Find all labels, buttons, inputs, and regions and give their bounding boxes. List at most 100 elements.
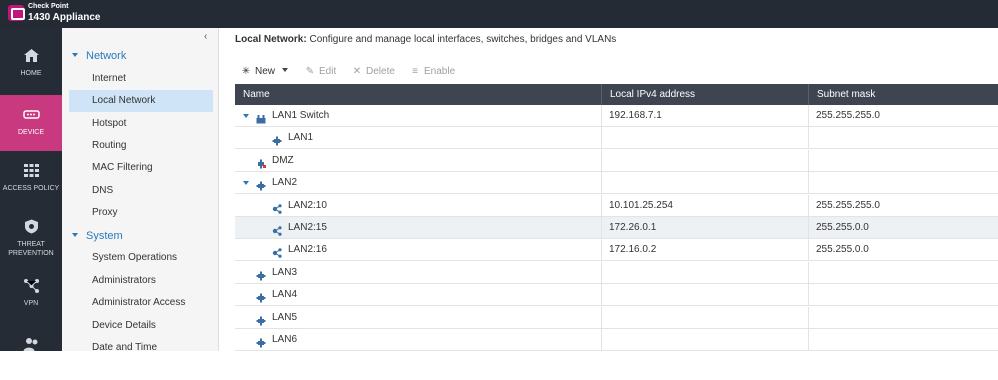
table-row[interactable]: LAN6 — [235, 329, 998, 351]
nav-item-administrator-access[interactable]: Administrator Access — [69, 292, 213, 314]
rail-label-threat-prevention: THREAT PREVENTION — [8, 241, 54, 257]
enable-button[interactable]: ≡ Enable — [410, 65, 455, 79]
cell-ipv4 — [602, 306, 809, 329]
cell-name: LAN2:16 — [235, 239, 602, 262]
cell-subnet: 255.255.0.0 — [816, 244, 869, 256]
shield-icon — [25, 219, 38, 234]
rail-label-home: HOME — [20, 70, 42, 77]
expand-caret-icon[interactable] — [243, 181, 249, 186]
nav-item-local-network[interactable]: Local Network — [69, 90, 213, 112]
interface-name: LAN2:16 — [288, 244, 327, 256]
enable-label: Enable — [424, 66, 456, 77]
table-row[interactable]: LAN1 — [235, 127, 998, 150]
cell-subnet — [809, 127, 998, 149]
rail-item-vpn[interactable]: VPN — [0, 266, 62, 322]
column-header-ipv4[interactable]: Local IPv4 address — [602, 84, 809, 105]
expand-caret-icon[interactable] — [243, 114, 249, 118]
device-icon — [23, 110, 40, 119]
cell-name: LAN1 — [235, 127, 602, 150]
table-row[interactable]: LAN1 Switch 192.168.7.1 255.255.255.0 — [235, 105, 998, 127]
top-header: Check Point 1430 Appliance — [0, 0, 998, 28]
section-system-label: System — [86, 230, 123, 242]
cell-ipv4: 172.26.0.1 — [602, 217, 809, 239]
nav-item-hotspot[interactable]: Hotspot — [69, 113, 213, 135]
dropdown-arrow-icon — [282, 68, 289, 72]
nav-item-internet[interactable]: Internet — [69, 68, 213, 90]
rail-item-home[interactable]: HOME — [0, 36, 62, 92]
table-row[interactable]: DMZ — [235, 149, 998, 172]
section-network[interactable]: Network — [72, 50, 126, 62]
table-row[interactable]: LAN5 — [235, 306, 998, 329]
table-row[interactable]: LAN2:15 172.26.0.1 255.255.0.0 — [235, 217, 998, 239]
rail-item-users[interactable] — [0, 324, 62, 380]
vlan-icon — [272, 201, 282, 214]
interface-name: LAN2:15 — [288, 222, 327, 233]
rail-item-threat-prevention[interactable]: THREAT PREVENTION — [0, 207, 62, 263]
nav-item-dns[interactable]: DNS — [69, 180, 213, 202]
switch-icon — [256, 111, 266, 124]
list-icon: ≡ — [412, 66, 418, 77]
table-row[interactable]: LAN2 — [235, 172, 998, 195]
cell-name: LAN2:10 — [235, 194, 602, 217]
edit-label: Edit — [319, 66, 337, 77]
nav-item-date-and-time[interactable]: Date and Time — [69, 337, 213, 359]
port-icon — [256, 335, 266, 348]
caret-down-icon — [72, 233, 78, 237]
main-content: Local Network: Configure and manage loca… — [219, 28, 998, 351]
section-network-label: Network — [86, 50, 127, 62]
page-title: Local Network: — [235, 34, 307, 45]
cell-name: LAN5 — [235, 306, 602, 329]
cell-ipv4 — [602, 261, 809, 284]
port-icon — [256, 290, 266, 303]
brand-company: Check Point — [28, 3, 69, 10]
cell-ipv4 — [602, 149, 809, 172]
interface-name: LAN2 — [272, 177, 298, 189]
table-row[interactable]: LAN2:16 172.16.0.2 255.255.0.0 — [235, 239, 998, 262]
rail-item-access-policy[interactable]: ACCESS POLICY — [0, 151, 62, 207]
rail-item-device[interactable]: DEVICE — [0, 95, 62, 151]
cell-subnet — [809, 284, 998, 306]
nav-item-system-operations[interactable]: System Operations — [69, 247, 213, 269]
cell-name: DMZ — [235, 149, 602, 172]
nav-item-mac-filtering[interactable]: MAC Filtering — [69, 157, 213, 179]
cell-name: LAN1 Switch — [235, 105, 602, 127]
table-row[interactable]: LAN2:10 10.101.25.254 255.255.255.0 — [235, 194, 998, 217]
nav-item-proxy[interactable]: Proxy — [69, 202, 213, 224]
sparkle-icon: ✳ — [241, 66, 251, 77]
cell-name: LAN2:15 — [235, 217, 602, 239]
rail-label-device: DEVICE — [17, 129, 45, 136]
rail-label-access-policy: ACCESS POLICY — [2, 185, 60, 192]
pencil-icon: ✎ — [305, 66, 315, 77]
vlan-icon — [272, 223, 282, 236]
table-row[interactable]: LAN3 — [235, 261, 998, 284]
cell-subnet: 255.255.255.0 — [816, 199, 880, 211]
port-icon — [272, 133, 282, 146]
cell-name: LAN4 — [235, 284, 602, 307]
brand-model: 1430 Appliance — [28, 12, 101, 23]
section-system[interactable]: System — [72, 230, 123, 242]
cell-subnet: 255.255.0.0 — [816, 222, 869, 233]
table-row[interactable]: LAN4 — [235, 284, 998, 307]
edit-button[interactable]: ✎ Edit — [305, 65, 336, 79]
cell-name: LAN6 — [235, 329, 602, 351]
interface-name: DMZ — [272, 154, 294, 166]
collapse-nav-icon[interactable]: ‹ — [204, 32, 212, 42]
port-icon — [256, 178, 266, 191]
vpn-icon — [24, 279, 39, 293]
column-header-subnet[interactable]: Subnet mask — [809, 84, 998, 105]
cell-ipv4 — [602, 127, 809, 150]
home-icon — [24, 49, 39, 62]
page-subtitle: Configure and manage local interfaces, s… — [306, 34, 617, 45]
cell-subnet — [809, 307, 998, 329]
nav-item-device-details[interactable]: Device Details — [69, 315, 213, 337]
interface-name: LAN1 Switch — [272, 110, 330, 121]
cell-ipv4: 10.101.25.254 — [602, 194, 809, 217]
nav-item-administrators[interactable]: Administrators — [69, 270, 213, 292]
nav-item-routing[interactable]: Routing — [69, 135, 213, 157]
interface-name: LAN3 — [272, 266, 298, 278]
interface-name: LAN2:10 — [288, 199, 327, 211]
new-button[interactable]: ✳ New — [241, 65, 289, 79]
column-header-name[interactable]: Name — [235, 84, 602, 105]
cell-ipv4: 172.16.0.2 — [602, 239, 809, 262]
delete-button[interactable]: ✕ Delete — [352, 65, 395, 79]
